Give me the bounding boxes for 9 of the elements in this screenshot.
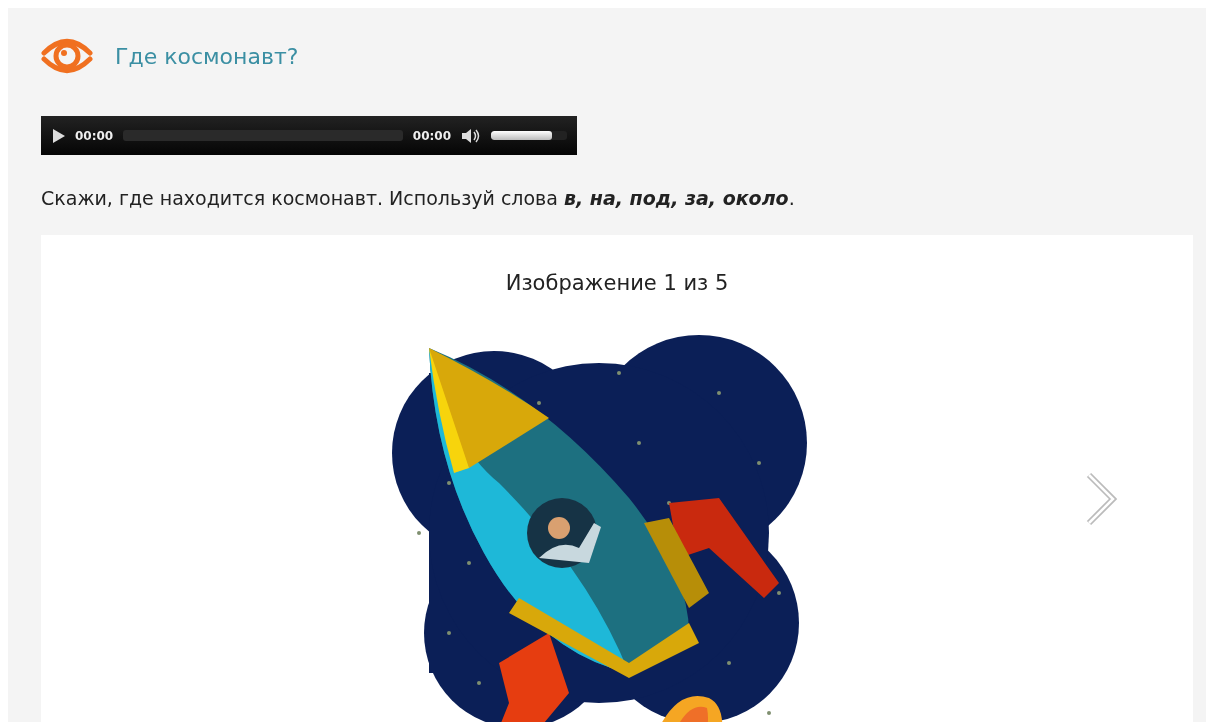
image-caption: Изображение 1 из 5 xyxy=(504,271,730,295)
current-time: 00:00 xyxy=(75,128,114,143)
duration-time: 00:00 xyxy=(412,128,451,143)
exercise-title[interactable]: Где космонавт? xyxy=(115,43,299,69)
instruction-text: Скажи, где находится космонавт. Используй слова в, на, под, за, около. xyxy=(41,187,796,209)
eye-icon xyxy=(41,36,93,76)
volume-slider[interactable] xyxy=(491,131,567,140)
speaker-icon[interactable] xyxy=(461,127,481,144)
play-icon[interactable] xyxy=(53,128,65,143)
